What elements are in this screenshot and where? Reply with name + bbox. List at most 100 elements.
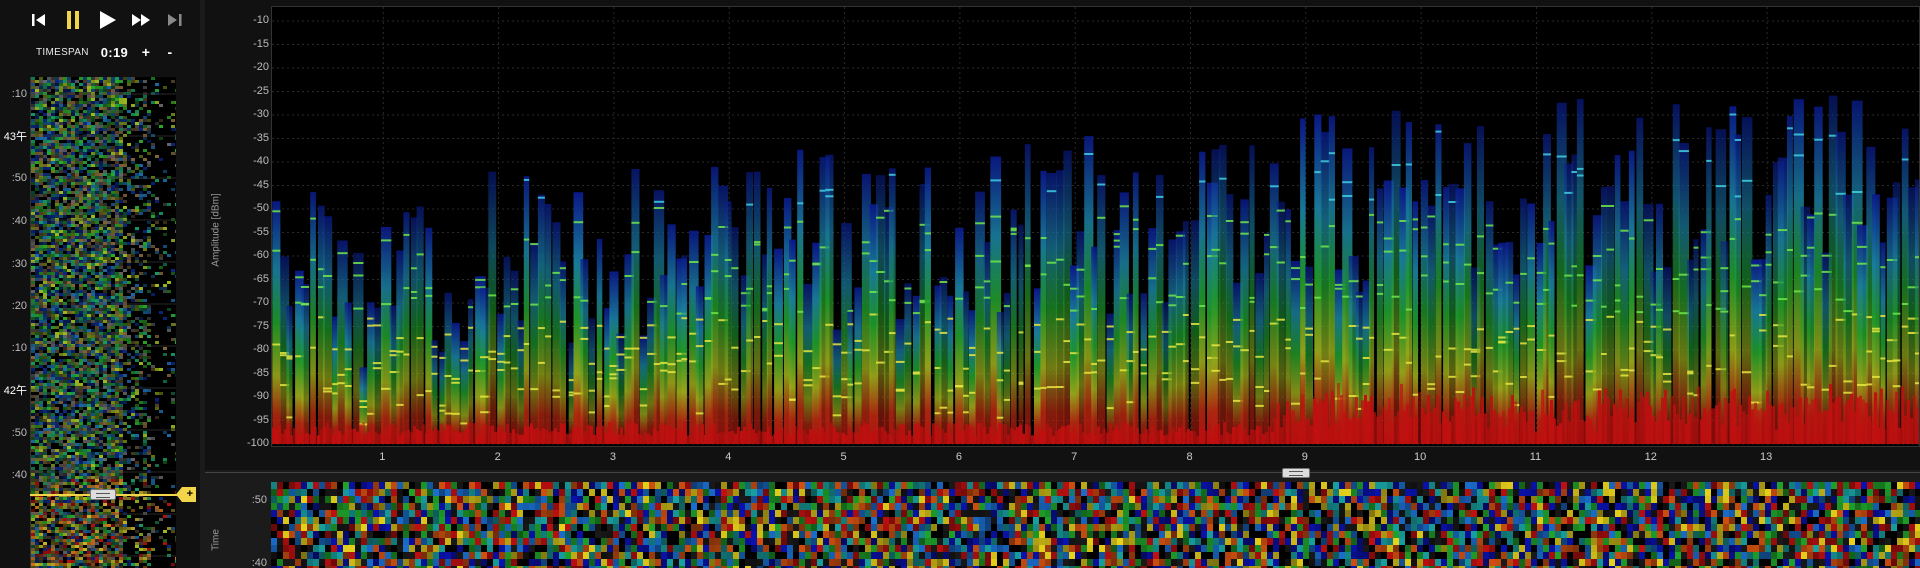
y-tick-label: -10: [253, 14, 269, 26]
spectrum-bar: [310, 192, 316, 444]
timespan-increase-button[interactable]: +: [140, 44, 152, 60]
spectrum-bar: [1814, 106, 1823, 444]
spectrum-bar: [517, 320, 525, 444]
bottom-waterfall[interactable]: [271, 482, 1920, 568]
spectrum-bar: [468, 299, 474, 444]
y-tick-label: -15: [253, 37, 269, 50]
spectrum-bar: [559, 261, 566, 444]
spectrum-bar: [1140, 293, 1147, 444]
spectrum-bar: [580, 259, 589, 444]
timespan-label: TIMESPAN: [36, 46, 89, 58]
spectrum-bar: [939, 277, 948, 444]
time-axis-label: Time: [210, 529, 222, 551]
spectrum-bar: [854, 287, 862, 444]
bottom-time-tick: :50: [251, 494, 267, 506]
spectrum-bar: [789, 239, 796, 444]
spectrum-bar: [983, 242, 991, 444]
spectrum-bar: [1040, 170, 1047, 445]
spectrum-bar: [1113, 229, 1121, 444]
left-time-axis: :10 43午:50:40:30:20:10 42午:50:40: [0, 77, 30, 568]
spectrum-bar: [1571, 154, 1577, 444]
x-tick-label: 1: [379, 451, 386, 463]
spectrum-bar: [1091, 246, 1097, 444]
spectrum-bar: [396, 250, 405, 444]
spectrum-bar: [1391, 110, 1401, 445]
spectrum-bar: [1255, 273, 1264, 444]
spectrum-bar: [724, 201, 732, 444]
x-tick-label: 7: [1071, 451, 1078, 463]
pause-icon: [67, 11, 79, 29]
spectrum-bar: [488, 171, 497, 444]
spectrum-bar: [1132, 172, 1139, 444]
spectrum-bar: [731, 227, 739, 444]
x-tick-label: 5: [840, 451, 847, 463]
spectrum-bar: [1024, 144, 1031, 444]
x-tick-label: 10: [1414, 451, 1427, 463]
skip-to-start-icon: [32, 14, 45, 26]
spectrum-bar: [1376, 188, 1384, 444]
spectrum-plot[interactable]: [271, 6, 1920, 447]
left-time-tick: :20: [11, 300, 27, 312]
left-time-tick: :10: [11, 88, 27, 100]
spectrum-bar: [596, 238, 603, 444]
spectrum-bar: [1706, 127, 1712, 444]
panel-splitter[interactable]: [205, 472, 1920, 473]
spectrum-bar: [1199, 151, 1206, 444]
x-tick-label: 8: [1186, 451, 1193, 463]
x-tick-label: 9: [1301, 451, 1308, 463]
spectrum-bar: [1249, 145, 1255, 445]
spectrum-bar: [425, 227, 433, 444]
spectrum-bar: [695, 286, 704, 444]
spectrum-bar: [832, 329, 842, 444]
spectrum-bar: [1010, 209, 1017, 444]
fast-forward-button[interactable]: [130, 9, 152, 31]
spectrum-bar: [847, 308, 854, 444]
skip-to-start-button[interactable]: [28, 9, 50, 31]
spectrum-bar: [1305, 266, 1313, 444]
y-tick-label: -75: [253, 319, 269, 332]
spectrum-bar: [1182, 221, 1189, 444]
spectrum-bar: [1191, 220, 1201, 444]
spectrum-bar: [1046, 172, 1057, 444]
y-tick-label: -60: [253, 249, 269, 261]
x-tick-label: 3: [609, 451, 616, 463]
spectrum-bar: [1219, 144, 1227, 444]
spectrum-bar: [955, 227, 964, 444]
spectrum-bar: [1443, 186, 1450, 444]
spectrum-bar: [1787, 115, 1793, 445]
spectrum-bar: [530, 242, 539, 444]
spectrum-bar: [969, 310, 976, 444]
spectrum-bar: [667, 224, 676, 444]
spectrum-bar: [1527, 203, 1535, 444]
left-time-tick: :40: [11, 215, 27, 227]
spectrum-bar: [344, 302, 352, 444]
splitter-handle[interactable]: [1282, 468, 1310, 478]
spectrum-bar: [272, 201, 281, 444]
play-button[interactable]: [96, 9, 118, 31]
time-cursor-add-marker[interactable]: +: [176, 487, 196, 502]
step-forward-button[interactable]: [164, 9, 186, 31]
spectrum-bar: [1314, 114, 1322, 444]
pause-button[interactable]: [62, 9, 84, 31]
spectrum-bar: [754, 171, 761, 444]
spectrum-bar: [537, 194, 545, 444]
spectrum-bar: [975, 191, 985, 444]
spectrum-bar: [825, 154, 834, 444]
spectrum-bar: [766, 187, 773, 444]
spectrum-bar: [1240, 199, 1249, 444]
spectrum-bar: [444, 292, 452, 444]
spectrum-bar: [912, 295, 921, 444]
spectrum-bar: [631, 169, 640, 444]
timespan-decrease-button[interactable]: -: [164, 44, 176, 60]
spectrum-bar: [416, 206, 424, 444]
timespan-row: TIMESPAN 0:19 + -: [36, 44, 176, 60]
y-tick-label: -65: [253, 272, 269, 285]
play-icon: [100, 11, 116, 29]
spectrum-bar: [774, 248, 783, 444]
left-time-tick: :30: [11, 258, 27, 270]
y-tick-label: -50: [253, 202, 269, 214]
x-tick-label: 4: [725, 451, 732, 463]
time-cursor-handle[interactable]: [90, 489, 116, 500]
spectrum-bar: [300, 283, 310, 444]
timespan-value: 0:19: [100, 44, 129, 60]
